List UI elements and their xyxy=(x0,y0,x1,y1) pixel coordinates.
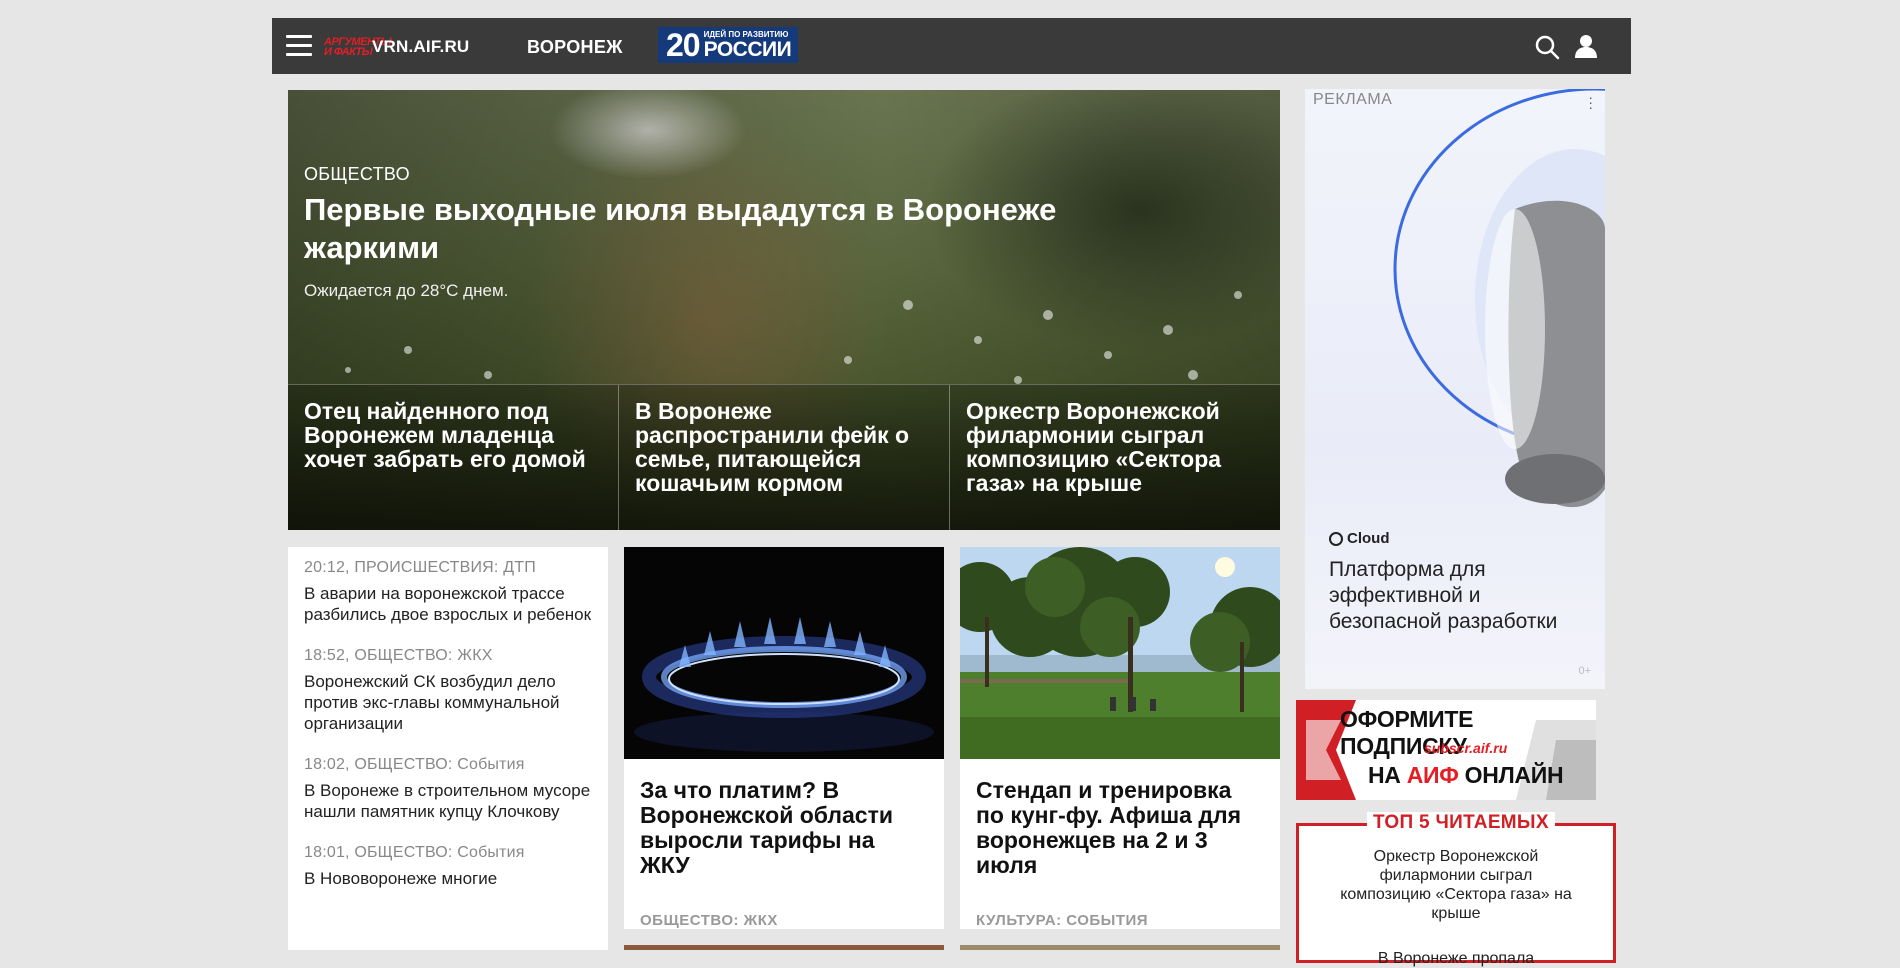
subscribe-banner[interactable]: ОФОРМИТЕ ПОДПИСКУ subscr.aif.ru НА АИФ О… xyxy=(1296,700,1596,800)
yandex-cloud-icon xyxy=(1329,531,1343,546)
ad-age-rating: 0+ xyxy=(1578,665,1591,677)
ad-brand: Cloud xyxy=(1329,530,1390,547)
advertisement-banner[interactable]: РЕКЛАМА · · · Cloud Платформа для эффектив… xyxy=(1305,89,1605,689)
ad-speaker-image xyxy=(1393,89,1605,508)
top5-heading: ТОП 5 ЧИТАЕМЫХ xyxy=(1367,812,1555,834)
news-meta: 18:02, ОБЩЕСТВО: События xyxy=(304,756,525,773)
site-logo[interactable]: АРГУМЕНТЫ И ФАКТЫ VRN.AIF.RU xyxy=(324,32,469,62)
card-title[interactable]: За что платим? В Воронежской области выр… xyxy=(624,764,944,888)
top5-item[interactable]: В Воронеже пропала xyxy=(1299,949,1613,968)
ad-text: Платформа для эффективной и безопасной р… xyxy=(1329,558,1558,633)
promo-big-text: РОССИИ xyxy=(703,38,792,61)
search-icon[interactable] xyxy=(1534,34,1560,60)
park-image xyxy=(945,547,1290,759)
news-meta: 18:52, ОБЩЕСТВО: ЖКХ xyxy=(304,647,493,664)
news-list-item[interactable]: 18:02, ОБЩЕСТВО: События В Воронеже в ст… xyxy=(288,744,608,832)
ad-brand-name: Cloud xyxy=(1347,530,1390,547)
next-card-edge xyxy=(960,945,1280,950)
site-domain: VRN.AIF.RU xyxy=(372,37,470,56)
hero-subtitle: Ожидается до 28°C днем. xyxy=(304,281,509,300)
city-link[interactable]: ВОРОНЕЖ xyxy=(527,37,623,58)
menu-icon[interactable] xyxy=(286,35,312,57)
card-tag[interactable]: ОБЩЕСТВО: ЖКХ xyxy=(624,912,944,929)
hero-related-article[interactable]: Оркестр Воронежской филармонии сыграл ко… xyxy=(950,385,1280,530)
ad-label: РЕКЛАМА xyxy=(1313,91,1393,108)
hero-related-article[interactable]: В Воронеже распространили фейк о семье, … xyxy=(619,385,950,530)
subscribe-url: subscr.aif.ru xyxy=(1424,740,1508,756)
news-title[interactable]: В Нововоронеже многие xyxy=(304,868,592,889)
news-list-item[interactable]: 20:12, ПРОИСШЕСТВИЯ: ДТП В аварии на вор… xyxy=(288,547,608,635)
promo-banner-20-ideas[interactable]: 20 ИДЕЙ ПО РАЗВИТИЮ РОССИИ xyxy=(658,27,798,63)
hero-title[interactable]: Первые выходные июля выдадутся в Воронеж… xyxy=(304,191,1174,267)
news-list-item[interactable]: 18:01, ОБЩЕСТВО: События В Нововоронеже … xyxy=(288,832,608,899)
hero-rubric[interactable]: ОБЩЕСТВО xyxy=(304,164,1204,185)
news-meta: 18:01, ОБЩЕСТВО: События xyxy=(304,844,525,861)
hero-article[interactable]: ОБЩЕСТВО Первые выходные июля выдадутся … xyxy=(288,90,1280,530)
article-card-tariffs[interactable]: За что платим? В Воронежской области выр… xyxy=(624,547,944,929)
card-title[interactable]: Стендап и тренировка по кунг-фу. Афиша д… xyxy=(960,764,1280,888)
news-meta: 20:12, ПРОИСШЕСТВИЯ: ДТП xyxy=(304,559,536,576)
gas-flame-image xyxy=(624,547,944,759)
promo-number: 20 xyxy=(666,27,701,63)
latest-news-list: 20:12, ПРОИСШЕСТВИЯ: ДТП В аварии на вор… xyxy=(288,547,608,950)
news-title[interactable]: Воронежский СК возбудил дело против экс-… xyxy=(304,671,592,734)
news-list-item[interactable]: 18:52, ОБЩЕСТВО: ЖКХ Воронежский СК возб… xyxy=(288,635,608,744)
subscribe-tagline: НА АИФ ОНЛАЙН xyxy=(1368,762,1564,788)
next-card-edge xyxy=(624,945,944,950)
news-title[interactable]: В Воронеже в строительном мусоре нашли п… xyxy=(304,780,592,822)
article-card-afisha[interactable]: Стендап и тренировка по кунг-фу. Афиша д… xyxy=(945,547,1290,929)
top5-item[interactable]: Оркестр Воронежской филармонии сыграл ко… xyxy=(1299,847,1613,923)
hero-related-article[interactable]: Отец найденного под Воронежем младенца х… xyxy=(288,385,619,530)
news-title[interactable]: В аварии на воронежской трассе разбились… xyxy=(304,583,592,625)
ad-menu-icon[interactable]: · · · xyxy=(1588,90,1593,114)
top5-most-read: ТОП 5 ЧИТАЕМЫХ Оркестр Воронежской филар… xyxy=(1296,812,1616,967)
hero-related-articles: Отец найденного под Воронежем младенца х… xyxy=(288,384,1280,530)
card-tag[interactable]: КУЛЬТУРА: СОБЫТИЯ xyxy=(960,912,1280,929)
user-icon[interactable] xyxy=(1572,32,1600,60)
top-navigation-bar: АРГУМЕНТЫ И ФАКТЫ VRN.AIF.RU ВОРОНЕЖ 20 И… xyxy=(272,18,1631,74)
